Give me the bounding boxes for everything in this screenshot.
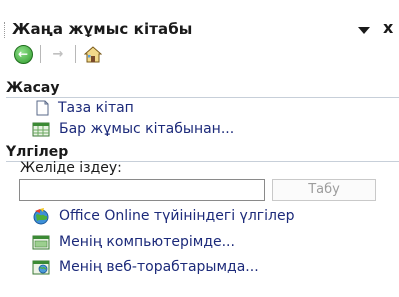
forward-button[interactable]: → [45, 43, 71, 65]
my-websites-templates-icon [32, 260, 50, 275]
my-computer-templates-link[interactable]: Менің компьютерімде... [32, 234, 235, 250]
pane-title: Жаңа жұмыс кітабы [12, 20, 193, 38]
search-go-button[interactable]: Табу [272, 179, 376, 201]
blank-document-icon [36, 100, 49, 116]
blank-workbook-label: Таза кітап [58, 100, 134, 116]
new-workbook-task-pane: Жаңа жұмыс кітабы x ← → Жасау Таза кітап [0, 0, 399, 297]
from-existing-workbook-label: Бар жұмыс кітабынан... [59, 121, 235, 137]
my-websites-templates-link[interactable]: Менің веб-торабтарымда... [32, 259, 259, 275]
office-online-globe-icon [33, 208, 49, 225]
home-button[interactable] [80, 43, 106, 65]
my-websites-templates-label: Менің веб-торабтарымда... [59, 259, 259, 275]
blank-workbook-link[interactable]: Таза кітап [36, 100, 134, 116]
forward-arrow-icon: → [52, 46, 64, 62]
pane-navigation-bar: ← → [10, 42, 106, 66]
my-computer-templates-label: Менің компьютерімде... [59, 234, 235, 250]
office-online-templates-link[interactable]: Office Online түйініндегі үлгілер [32, 207, 294, 225]
close-icon[interactable]: x [383, 18, 393, 37]
templates-section-heading: Үлгілер [6, 144, 69, 160]
home-icon [84, 45, 102, 62]
create-section-divider [6, 97, 399, 98]
from-existing-workbook-link[interactable]: Бар жұмыс кітабынан... [32, 121, 234, 137]
nav-divider [75, 45, 76, 63]
back-button[interactable]: ← [10, 43, 36, 65]
pane-grip[interactable] [4, 22, 7, 38]
my-computer-templates-icon [32, 235, 50, 250]
pane-menu-dropdown-icon[interactable] [358, 27, 370, 34]
template-search-input[interactable] [19, 179, 265, 201]
back-arrow-icon: ← [13, 44, 33, 64]
office-online-templates-label: Office Online түйініндегі үлгілер [59, 208, 295, 224]
nav-divider [40, 45, 41, 63]
search-online-label: Желіде іздеу: [20, 160, 122, 176]
workbook-from-existing-icon [32, 122, 50, 137]
create-section-heading: Жасау [6, 80, 60, 96]
